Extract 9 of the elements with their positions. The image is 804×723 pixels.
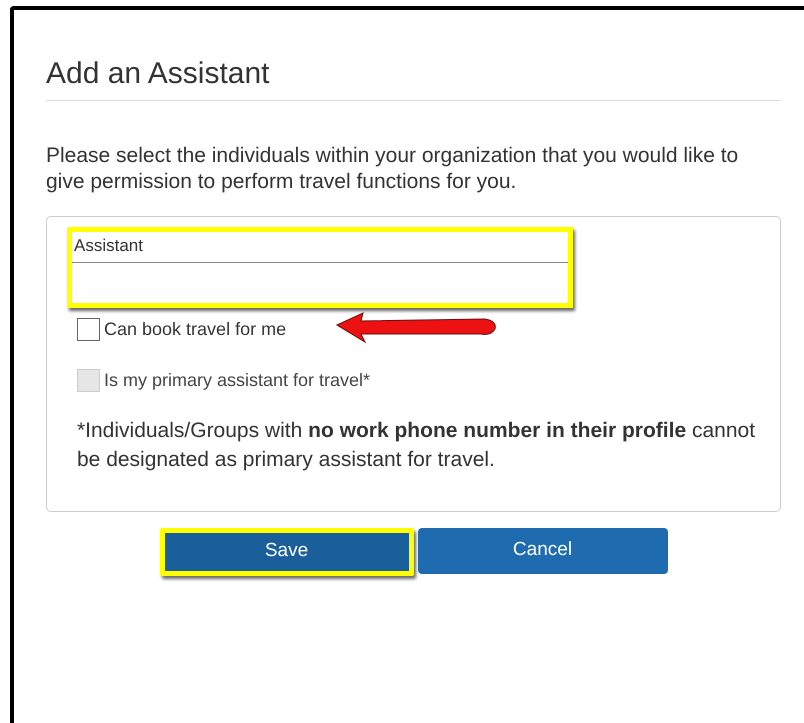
checkbox-label: Can book travel for me	[104, 318, 286, 341]
checkbox-label: Is my primary assistant for travel*	[104, 368, 370, 392]
checkbox[interactable]	[77, 318, 100, 341]
intro-text: Please select the individuals within your organization that you would like to give permission to perform travel functions for you.	[46, 143, 740, 196]
cancel-button[interactable]: Cancel	[418, 528, 668, 574]
save-button[interactable]: Save	[160, 528, 414, 576]
footnote-text: *Individuals/Groups with no work phone number in their profile cannot be designated as primary assistant for travel.	[77, 418, 756, 474]
dialog-title: Add an Assistant	[46, 56, 781, 101]
assistant-field[interactable]: Assistant	[67, 226, 573, 308]
